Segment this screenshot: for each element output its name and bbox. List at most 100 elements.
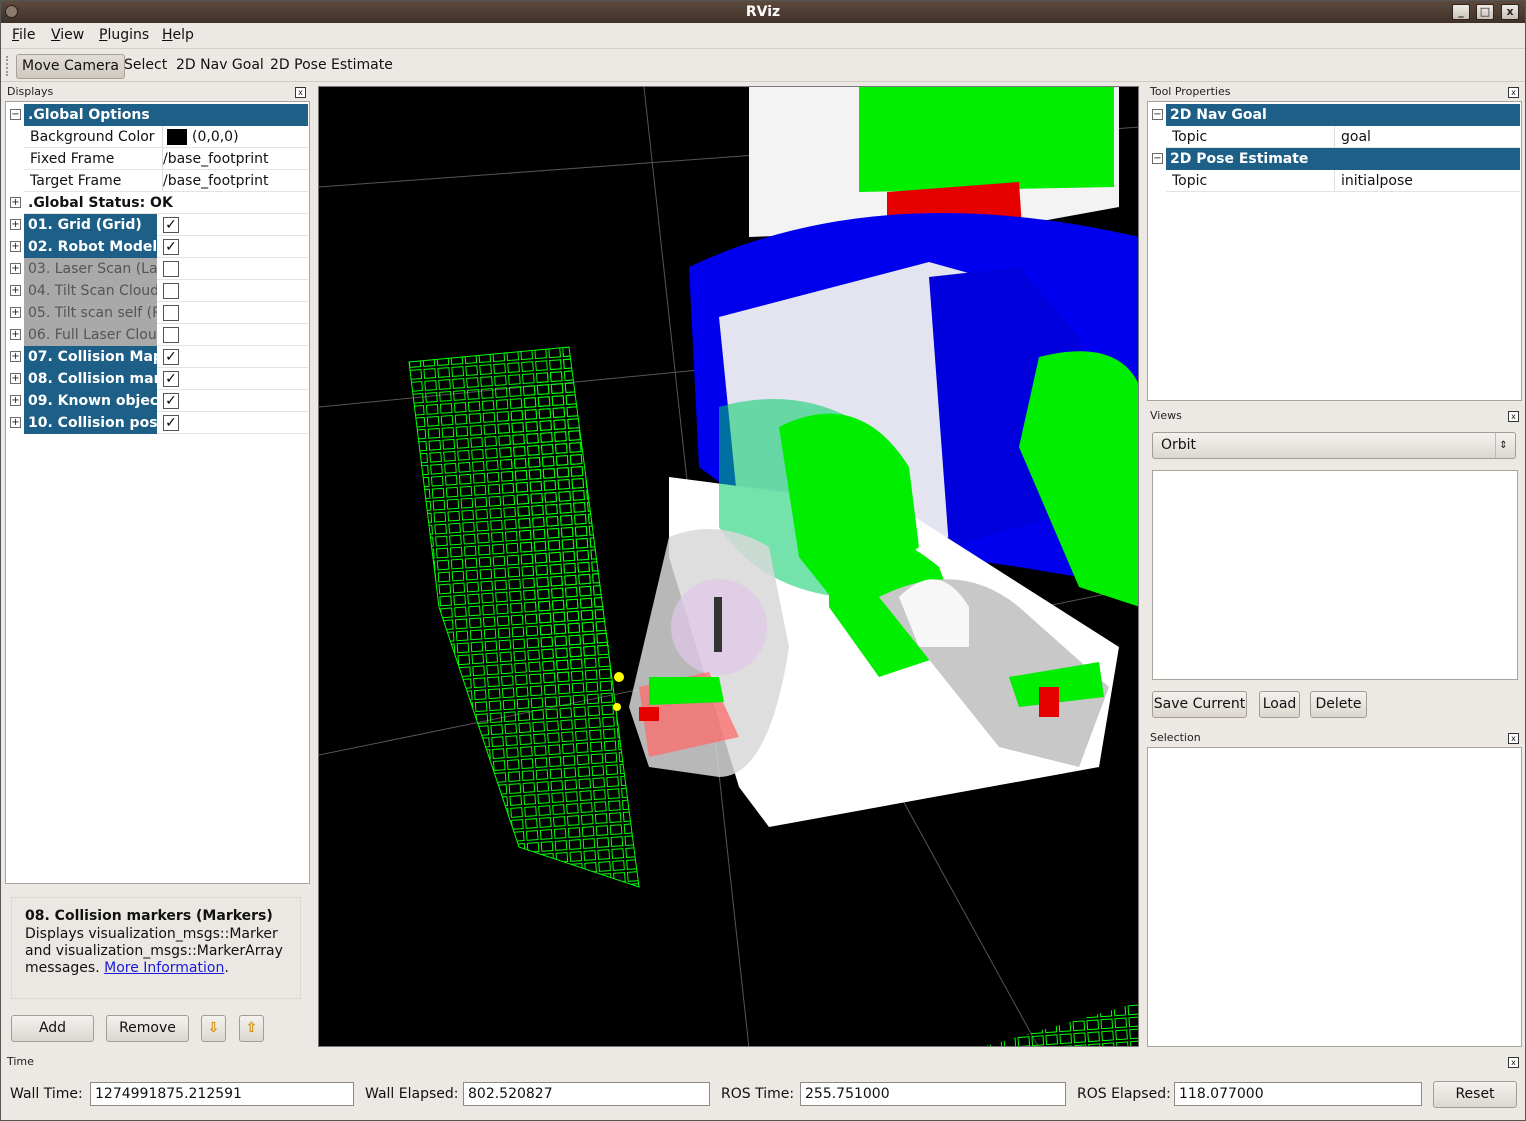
views-header: Views [1150, 409, 1182, 422]
remove-display-button[interactable]: Remove [106, 1015, 189, 1042]
window-title: RViz [745, 4, 781, 20]
display-item[interactable]: 03. Laser Scan (Lase [24, 258, 157, 280]
wall-time-field[interactable]: 1274991875.212591 [90, 1082, 354, 1106]
expand-icon[interactable]: + [10, 351, 21, 362]
global-options-row[interactable]: .Global Options [24, 104, 308, 126]
expand-icon[interactable]: + [10, 307, 21, 318]
display-enabled-checkbox[interactable]: ✓ [163, 415, 179, 431]
property-row[interactable]: Topic initialpose [1166, 170, 1520, 192]
display-item[interactable]: 09. Known object [24, 390, 157, 412]
display-enabled-checkbox[interactable]: ✓ [163, 239, 179, 255]
wall-elapsed-field[interactable]: 802.520827 [463, 1082, 710, 1106]
display-item[interactable]: 04. Tilt Scan Cloud ( [24, 280, 157, 302]
time-header: Time [7, 1055, 34, 1068]
2d-nav-goal-tool[interactable]: 2D Nav Goal [171, 54, 269, 79]
selection-header: Selection [1150, 731, 1201, 744]
delete-button[interactable]: Delete [1310, 691, 1367, 718]
ros-elapsed-field[interactable]: 118.077000 [1174, 1082, 1422, 1106]
close-window-button[interactable]: x [1501, 4, 1519, 20]
display-enabled-checkbox[interactable] [163, 305, 179, 321]
window-menu-icon[interactable] [5, 5, 18, 18]
reset-button[interactable]: Reset [1433, 1081, 1517, 1108]
global-status-row[interactable]: .Global Status: OK [24, 192, 308, 214]
more-information-link[interactable]: More Information [104, 960, 224, 976]
menu-file[interactable]: File [12, 27, 35, 43]
close-icon[interactable]: x [1508, 1057, 1519, 1068]
description-title: 08. Collision markers (Markers) [25, 908, 273, 924]
close-icon[interactable]: x [1508, 87, 1519, 98]
2d-pose-estimate-tool[interactable]: 2D Pose Estimate [265, 54, 398, 79]
expand-icon[interactable]: + [10, 219, 21, 230]
move-up-icon[interactable]: ⇧ [239, 1015, 264, 1042]
tool-properties-tree: − 2D Nav Goal Topic goal − 2D Pose Estim… [1147, 101, 1522, 401]
ros-time-label: ROS Time: [721, 1086, 795, 1102]
color-swatch[interactable] [167, 129, 187, 145]
expand-icon[interactable]: + [10, 373, 21, 384]
display-enabled-checkbox[interactable] [163, 261, 179, 277]
menu-help[interactable]: Help [162, 27, 194, 43]
description-text: Displays visualization_msgs::Marker and … [25, 926, 283, 976]
display-enabled-checkbox[interactable]: ✓ [163, 217, 179, 233]
display-item[interactable]: 06. Full Laser Cloud [24, 324, 157, 346]
tool-properties-header: Tool Properties [1150, 85, 1231, 98]
add-display-button[interactable]: Add [11, 1015, 94, 1042]
expand-icon[interactable]: + [10, 395, 21, 406]
selection-panel[interactable] [1147, 747, 1522, 1047]
collapse-icon[interactable]: − [1152, 109, 1163, 120]
wall-time-label: Wall Time: [10, 1086, 83, 1102]
close-icon[interactable]: x [1508, 411, 1519, 422]
close-icon[interactable]: x [1508, 733, 1519, 744]
display-item[interactable]: 02. Robot Model [24, 236, 157, 258]
menu-plugins[interactable]: Plugins [99, 27, 149, 43]
displays-tree: .Global Options − Background Color (0,0,… [5, 101, 310, 884]
property-row[interactable]: Fixed Frame /base_footprint [24, 148, 308, 170]
load-button[interactable]: Load [1259, 691, 1300, 718]
wall-elapsed-label: Wall Elapsed: [365, 1086, 459, 1102]
minimize-button[interactable]: _ [1452, 4, 1470, 20]
expand-icon[interactable]: + [10, 285, 21, 296]
property-row[interactable]: Topic goal [1166, 126, 1520, 148]
display-enabled-checkbox[interactable] [163, 327, 179, 343]
displays-header: Displays [7, 85, 54, 98]
display-enabled-checkbox[interactable] [163, 283, 179, 299]
title-bar: RViz _ □ x [1, 1, 1525, 23]
menu-bar: File View Plugins Help [1, 23, 1525, 49]
expand-icon[interactable]: + [10, 417, 21, 428]
display-item[interactable]: 08. Collision mar [24, 368, 157, 390]
expand-icon[interactable]: + [10, 329, 21, 340]
move-camera-tool[interactable]: Move Camera [16, 54, 125, 79]
display-item[interactable]: 01. Grid (Grid) [24, 214, 157, 236]
toolbar-grip-icon[interactable] [6, 56, 9, 76]
3d-viewport[interactable] [318, 86, 1139, 1047]
rviz-window: RViz _ □ x File View Plugins Help Move C… [0, 0, 1526, 1121]
menu-view[interactable]: View [51, 27, 84, 43]
views-list[interactable] [1152, 470, 1518, 680]
display-item[interactable]: 07. Collision Map [24, 346, 157, 368]
pose-estimate-group[interactable]: 2D Pose Estimate [1166, 148, 1520, 170]
chevron-updown-icon: ⇕ [1495, 433, 1511, 458]
select-tool[interactable]: Select [119, 54, 172, 79]
description-box: 08. Collision markers (Markers) Displays… [11, 897, 301, 999]
display-enabled-checkbox[interactable]: ✓ [163, 349, 179, 365]
display-enabled-checkbox[interactable]: ✓ [163, 393, 179, 409]
nav-goal-group[interactable]: 2D Nav Goal [1166, 104, 1520, 126]
expand-icon[interactable]: + [10, 241, 21, 252]
scene-render [319, 87, 1138, 1046]
display-item[interactable]: 05. Tilt scan self (Po [24, 302, 157, 324]
collapse-icon[interactable]: − [1152, 153, 1163, 164]
move-down-icon[interactable]: ⇩ [201, 1015, 226, 1042]
ros-time-field[interactable]: 255.751000 [800, 1082, 1066, 1106]
display-item[interactable]: 10. Collision pos [24, 412, 157, 434]
robot-model [613, 87, 1138, 827]
display-enabled-checkbox[interactable]: ✓ [163, 371, 179, 387]
close-icon[interactable]: x [295, 87, 306, 98]
view-type-select[interactable]: Orbit ⇕ [1152, 432, 1516, 459]
collapse-icon[interactable]: − [10, 109, 21, 120]
expand-icon[interactable]: + [10, 197, 21, 208]
save-current-button[interactable]: Save Current [1152, 691, 1247, 718]
property-row[interactable]: Background Color (0,0,0) [24, 126, 308, 148]
ros-elapsed-label: ROS Elapsed: [1077, 1086, 1171, 1102]
maximize-button[interactable]: □ [1476, 4, 1494, 20]
property-row[interactable]: Target Frame /base_footprint [24, 170, 308, 192]
expand-icon[interactable]: + [10, 263, 21, 274]
